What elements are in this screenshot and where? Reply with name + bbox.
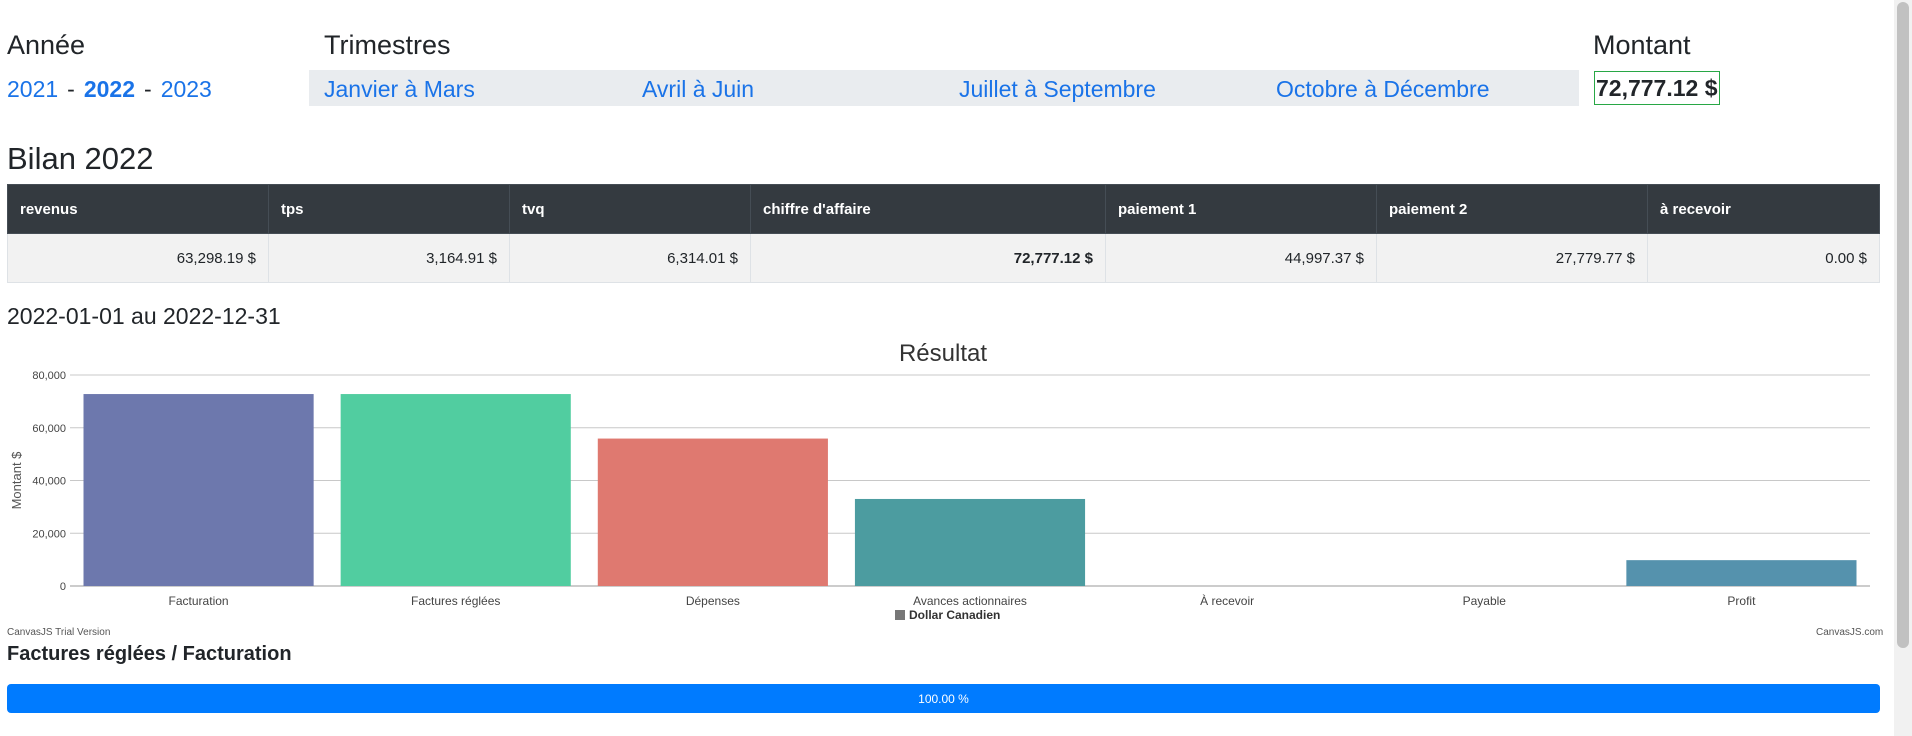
column-header-a-recevoir: à recevoir — [1647, 184, 1880, 234]
bar-0 — [83, 394, 314, 586]
x-tick-label: Facturation — [169, 594, 229, 608]
legend-swatch — [895, 610, 905, 620]
year-link-2023[interactable]: 2023 — [161, 76, 212, 102]
y-tick-label: 60,000 — [32, 423, 66, 435]
x-tick-label: Dépenses — [686, 594, 740, 608]
cell-paiement-1: 44,997.37 $ — [1105, 233, 1377, 283]
x-tick-label: Factures réglées — [411, 594, 500, 608]
column-header-paiement-1: paiement 1 — [1105, 184, 1377, 234]
result-bar-chart: 0 20,000 40,000 60,000 80,000 Montant $ Factur… — [9, 370, 1870, 622]
cell-a-recevoir: 0.00 $ — [1647, 233, 1880, 283]
year-link-2022[interactable]: 2022 — [84, 76, 135, 102]
y-tick-label: 80,000 — [32, 370, 66, 382]
scrollbar-thumb[interactable] — [1897, 2, 1909, 648]
quarter-link-q4[interactable]: Octobre à Décembre — [1276, 76, 1489, 103]
table-header-row: revenus tps tvq chiffre d'affaire paieme… — [7, 184, 1880, 234]
progress-bar: 100.00 % — [7, 684, 1880, 713]
cell-revenus: 63,298.19 $ — [7, 233, 269, 283]
cell-chiffre-affaire: 72,777.12 $ — [750, 233, 1106, 283]
cell-paiement-2: 27,779.77 $ — [1376, 233, 1648, 283]
x-tick-label: Profit — [1727, 594, 1756, 608]
column-header-tvq: tvq — [509, 184, 751, 234]
column-header-revenus: revenus — [7, 184, 269, 234]
montant-heading: Montant — [1593, 30, 1691, 60]
column-header-paiement-2: paiement 2 — [1376, 184, 1648, 234]
column-header-chiffre-affaire: chiffre d'affaire — [750, 184, 1106, 234]
year-link-2021[interactable]: 2021 — [7, 76, 58, 102]
cell-tvq: 6,314.01 $ — [509, 233, 751, 283]
year-selector: 2021-2022-2023 — [7, 76, 212, 103]
bar-1 — [340, 394, 571, 586]
cell-tps: 3,164.91 $ — [268, 233, 510, 283]
bilan-title: Bilan 2022 — [7, 141, 154, 176]
period-range: 2022-01-01 au 2022-12-31 — [7, 303, 281, 329]
x-tick-label: Avances actionnaires — [913, 594, 1027, 608]
table-row: 63,298.19 $ 3,164.91 $ 6,314.01 $ 72,777… — [7, 233, 1880, 283]
bilan-table: revenus tps tvq chiffre d'affaire paieme… — [7, 184, 1880, 283]
credit-link[interactable]: CanvasJS.com — [1816, 627, 1883, 638]
quarter-link-q3[interactable]: Juillet à Septembre — [959, 76, 1156, 103]
progress-fill: 100.00 % — [7, 684, 1880, 713]
trimestres-heading: Trimestres — [324, 30, 451, 60]
x-tick-label: Payable — [1463, 594, 1507, 608]
bar-6 — [1626, 560, 1857, 586]
legend-label: Dollar Canadien — [909, 608, 1000, 622]
column-header-tps: tps — [268, 184, 510, 234]
montant-value: 72,777.12 $ — [1594, 71, 1720, 105]
quarter-nav: Janvier à Mars Avril à Juin Juillet à Se… — [309, 70, 1579, 106]
quarter-link-q2[interactable]: Avril à Juin — [642, 76, 754, 103]
trial-watermark: CanvasJS Trial Version — [7, 627, 111, 638]
annee-heading: Année — [7, 30, 86, 60]
year-separator: - — [144, 76, 152, 102]
bar-2 — [597, 438, 828, 586]
y-tick-label: 20,000 — [32, 528, 66, 540]
quarter-link-q1[interactable]: Janvier à Mars — [324, 76, 475, 103]
y-tick-label: 0 — [60, 581, 66, 593]
year-separator: - — [67, 76, 75, 102]
y-tick-label: 40,000 — [32, 476, 66, 488]
y-axis-label: Montant $ — [9, 451, 24, 510]
x-tick-label: À recevoir — [1200, 593, 1254, 608]
scrollbar[interactable] — [1894, 0, 1912, 736]
bar-3 — [854, 498, 1086, 586]
progress-title: Factures réglées / Facturation — [7, 643, 292, 665]
